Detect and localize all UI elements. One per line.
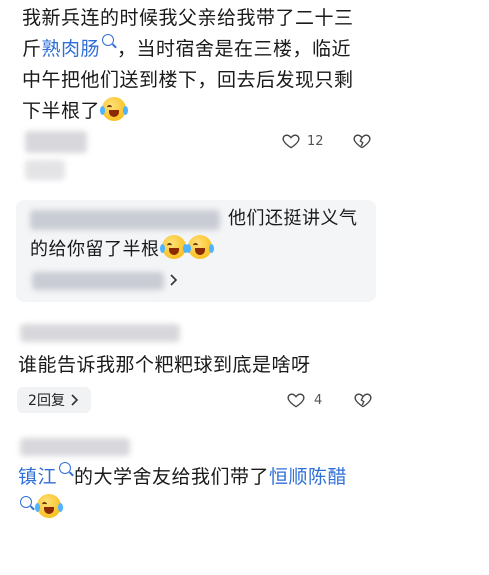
comment-3-username-blurred (20, 438, 130, 456)
crying-laughing-emoji (35, 494, 63, 518)
keyword-link-zhenjiang[interactable]: 镇江 (18, 466, 57, 488)
heart-icon (287, 393, 305, 408)
crying-laughing-emoji (159, 235, 188, 259)
chevron-right-icon (71, 394, 79, 406)
comment-1-line-1: 我新兵连的时候我父亲给我带了二十三 (22, 7, 354, 29)
broken-heart-icon (353, 134, 371, 149)
reply-preview-box[interactable]: 他们还挺讲义气 的给你留了半根 (16, 200, 376, 302)
comment-1-username-blurred (25, 131, 87, 153)
reply-1-line-2: 的给你留了半根 (30, 235, 214, 263)
like-count: 12 (307, 133, 324, 149)
comment-1-line-2: 斤熟肉肠 ，当时宿舍是在三楼，临近 (22, 34, 482, 65)
keyword-link-shurouchang[interactable]: 熟肉肠 (42, 38, 101, 60)
chevron-right-icon (170, 274, 178, 286)
comment-1-text: 我新兵连的时候我父亲给我带了二十三 斤熟肉肠 ，当时宿舍是在三楼，临近 中午把他们… (22, 3, 482, 127)
crying-laughing-emoji (100, 97, 129, 121)
comment-3-line-2 (18, 493, 478, 524)
crying-laughing-emoji (185, 235, 214, 259)
comment-2-username-blurred (20, 324, 180, 342)
comment-3-line-1: 镇江 的大学舍友给我们带了恒顺陈醋 (18, 462, 478, 493)
search-icon (20, 496, 32, 508)
dislike-button[interactable] (353, 390, 373, 414)
comment-2-text: 谁能告诉我那个粑粑球到底是啥呀 (18, 354, 311, 376)
broken-heart-icon (354, 393, 372, 408)
comment-1-line-4: 下半根了 (22, 96, 482, 127)
reply-1-author-blurred (30, 210, 220, 230)
like-count: 4 (314, 392, 323, 408)
search-icon (102, 34, 115, 46)
reply-2-blurred (32, 272, 164, 290)
view-replies-button[interactable]: 2回复 (17, 387, 91, 413)
comment-1-time-blurred (25, 160, 65, 180)
comment-1-line-3: 中午把他们送到楼下，回去后发现只剩 (22, 69, 354, 91)
replies-count-label: 2回复 (28, 393, 65, 409)
dislike-button[interactable] (352, 131, 372, 155)
like-button[interactable]: 12 (281, 131, 324, 151)
comment-3-text: 镇江 的大学舍友给我们带了恒顺陈醋 (18, 462, 478, 524)
like-button[interactable]: 4 (286, 390, 322, 410)
search-icon (59, 462, 72, 474)
reply-1-text-a: 他们还挺讲义气 (228, 208, 358, 229)
heart-icon (282, 134, 300, 149)
keyword-link-hengshun-vinegar[interactable]: 恒顺陈醋 (269, 466, 347, 488)
